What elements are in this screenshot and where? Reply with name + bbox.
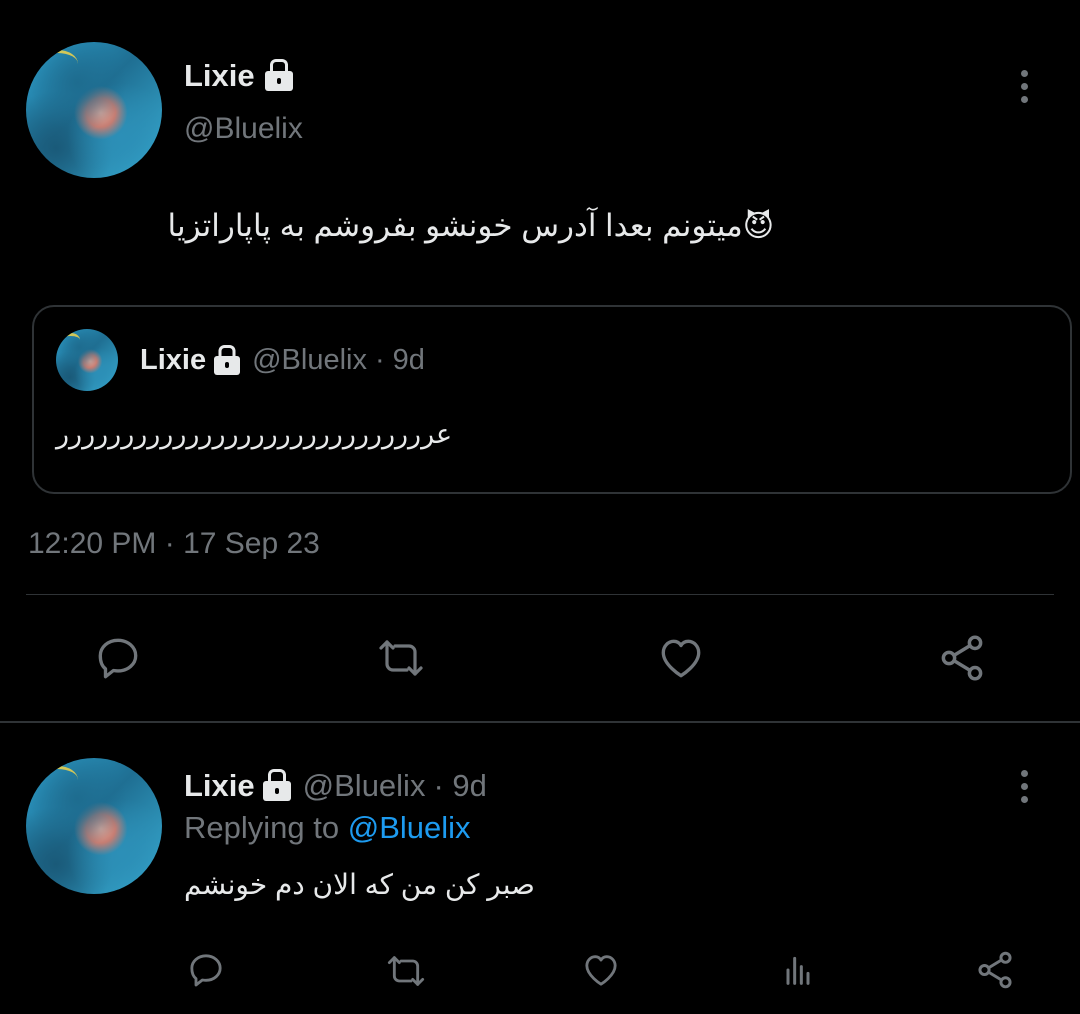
main-tweet-text-row: 😈 میتونم بعدا آدرس خونشو بفروشم به پاپار… bbox=[168, 208, 775, 244]
reply-avatar[interactable] bbox=[26, 758, 162, 894]
analytics-icon[interactable] bbox=[778, 950, 818, 990]
quoted-avatar bbox=[56, 329, 118, 391]
quoted-author-row: Lixie @Bluelix · 9d bbox=[140, 344, 425, 377]
share-icon[interactable] bbox=[974, 948, 1016, 992]
quoted-display-name: Lixie bbox=[140, 344, 207, 376]
retweet-icon[interactable] bbox=[382, 951, 430, 991]
reply-tweet-text: صبر کن من که الان دم خونشم bbox=[184, 869, 535, 900]
replying-to-link[interactable]: @Bluelix bbox=[348, 810, 471, 845]
heart-icon[interactable] bbox=[580, 950, 622, 990]
tweet-timestamp[interactable]: 12:20 PM · 17 Sep 23 bbox=[28, 527, 320, 561]
share-icon[interactable] bbox=[936, 631, 988, 685]
reply-age: · 9d bbox=[433, 768, 487, 803]
main-author[interactable]: Lixie bbox=[184, 58, 293, 94]
heart-icon[interactable] bbox=[655, 633, 707, 683]
divider bbox=[0, 721, 1080, 723]
reply-handle[interactable]: @Bluelix bbox=[303, 768, 426, 804]
lock-icon bbox=[262, 781, 291, 801]
quoted-handle: @Bluelix bbox=[252, 344, 367, 376]
lock-icon bbox=[264, 71, 293, 91]
retweet-icon[interactable] bbox=[372, 634, 430, 682]
divider bbox=[26, 594, 1054, 595]
quoted-tweet-card[interactable]: Lixie @Bluelix · 9d عررررررررررررررررررر… bbox=[32, 305, 1072, 494]
main-avatar[interactable] bbox=[26, 42, 162, 178]
main-display-name[interactable]: Lixie bbox=[184, 58, 255, 94]
quoted-tweet-text: عررررررررررررررررررررررررررررر bbox=[56, 419, 453, 449]
lock-icon bbox=[214, 355, 241, 375]
more-vertical-icon[interactable] bbox=[1014, 770, 1034, 803]
main-tweet-text: میتونم بعدا آدرس خونشو بفروشم به پاپارات… bbox=[167, 208, 743, 243]
reply-display-name[interactable]: Lixie bbox=[184, 768, 255, 804]
reply-icon[interactable] bbox=[186, 950, 226, 990]
reply-author-row: Lixie @Bluelix · 9d bbox=[184, 768, 487, 804]
main-tweet-emoji: 😈 bbox=[742, 209, 774, 243]
reply-icon[interactable] bbox=[93, 633, 143, 683]
replying-to-row: Replying to @Bluelix bbox=[184, 810, 471, 846]
more-vertical-icon[interactable] bbox=[1014, 70, 1034, 103]
quoted-age: · 9d bbox=[374, 344, 425, 376]
main-handle[interactable]: @Bluelix bbox=[184, 112, 303, 146]
replying-to-label: Replying to bbox=[184, 810, 340, 845]
